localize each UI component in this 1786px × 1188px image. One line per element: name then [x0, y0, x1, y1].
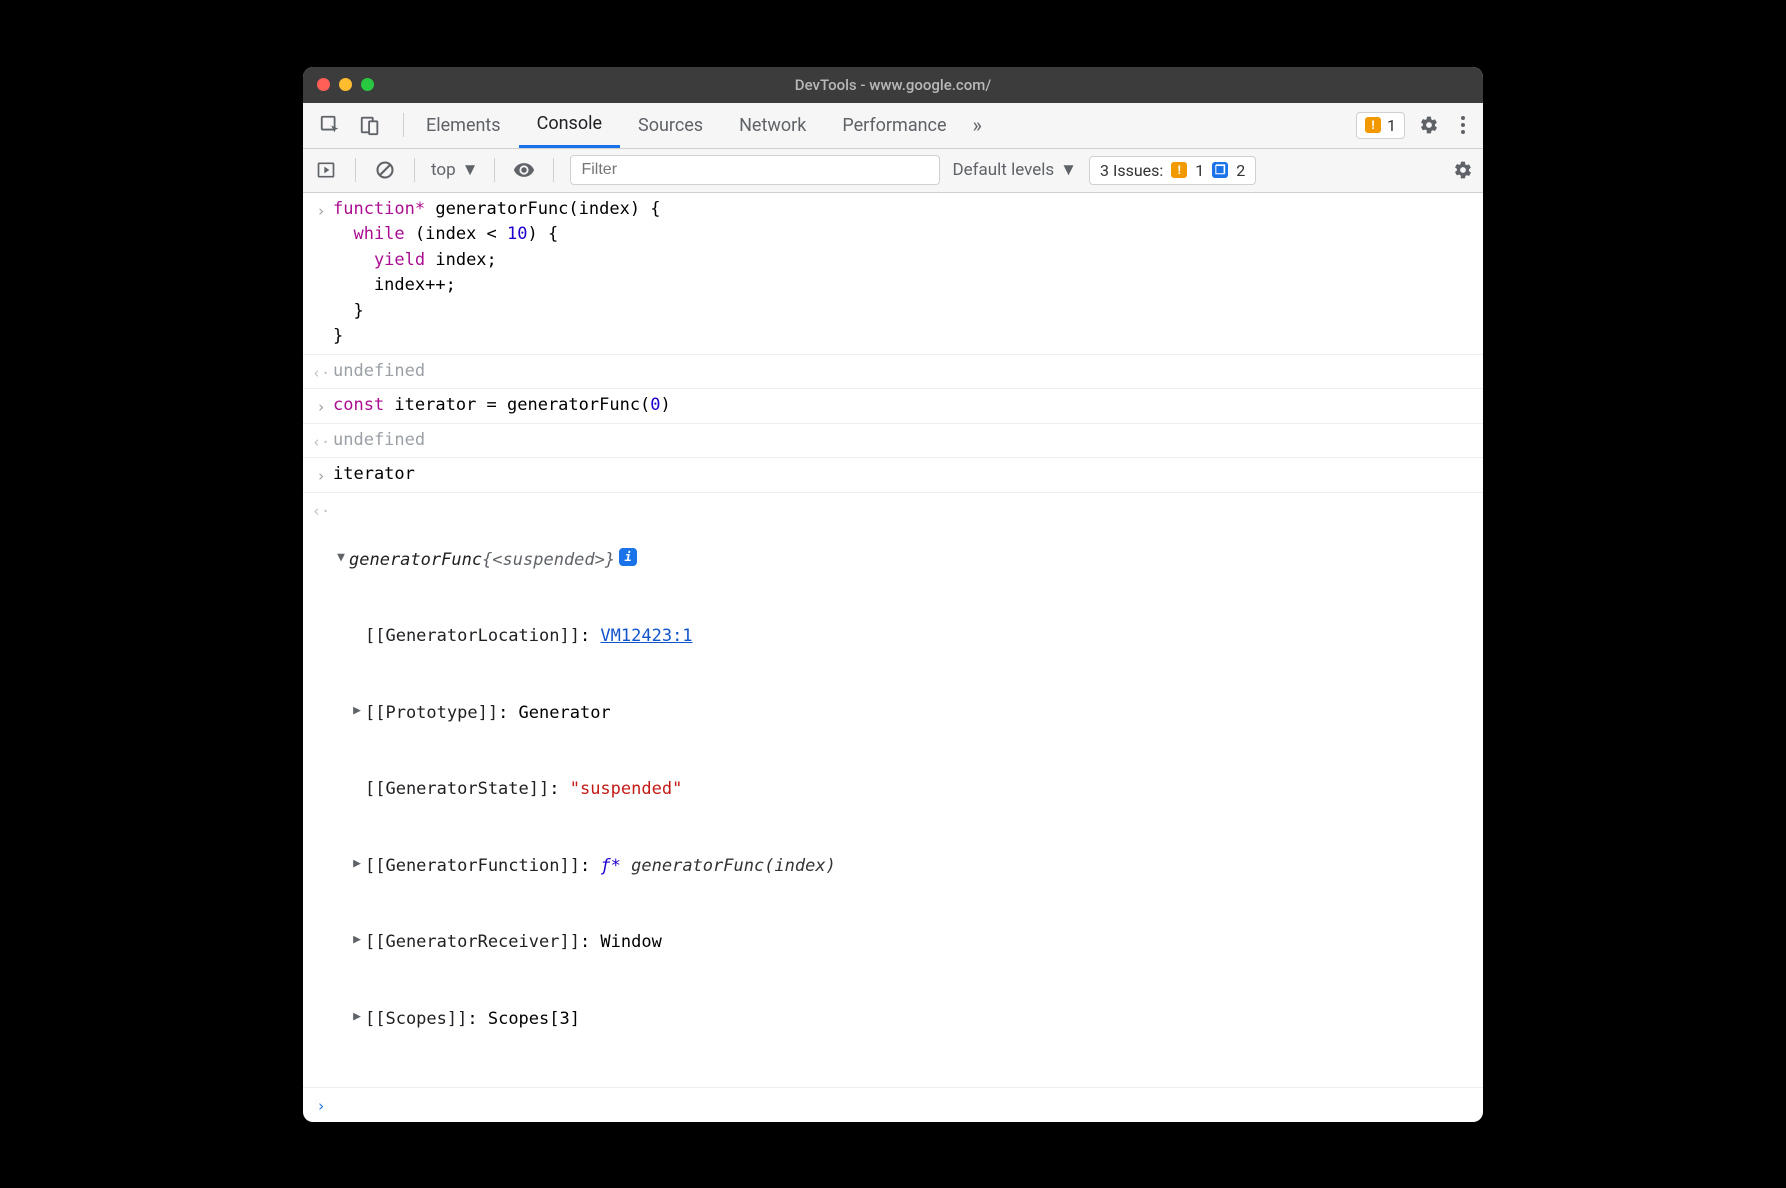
input-chevron-icon: › — [309, 462, 333, 488]
maximize-window-button[interactable] — [361, 78, 374, 91]
log-levels-select[interactable]: Default levels ▼ — [952, 160, 1077, 180]
output-value: undefined — [333, 359, 1475, 385]
separator — [403, 113, 404, 137]
close-window-button[interactable] — [317, 78, 330, 91]
warning-icon: ! — [1365, 117, 1381, 133]
more-tabs-button[interactable]: » — [965, 113, 990, 137]
prompt-chevron-icon: › — [309, 1092, 333, 1118]
levels-label: Default levels — [952, 160, 1054, 180]
object-property[interactable]: [[GeneratorLocation]]: VM12423:1 — [333, 624, 1475, 650]
dropdown-icon: ▼ — [1060, 160, 1077, 180]
console-input-row[interactable]: › const iterator = generatorFunc(0) — [303, 389, 1483, 424]
execution-context-select[interactable]: top ▼ — [431, 160, 478, 180]
separator — [553, 158, 554, 182]
disclosure-triangle-icon[interactable]: ▶ — [349, 854, 365, 874]
object-property[interactable]: [[GeneratorState]]: "suspended" — [333, 777, 1475, 803]
issues-warn-count: 1 — [1195, 161, 1204, 180]
console-settings-icon[interactable] — [1453, 160, 1473, 180]
devtools-window: DevTools - www.google.com/ Elements Cons… — [303, 67, 1483, 1122]
clear-console-icon[interactable] — [372, 157, 398, 183]
object-property[interactable]: ▶[[Scopes]]: Scopes[3] — [333, 1007, 1475, 1033]
console-output-row: ‹· undefined — [303, 424, 1483, 459]
filter-input[interactable] — [570, 155, 940, 185]
input-chevron-icon: › — [309, 393, 333, 419]
warning-icon: ! — [1171, 162, 1187, 178]
prompt-input[interactable] — [333, 1092, 1475, 1118]
info-icon: ❐ — [1212, 162, 1228, 178]
inspect-element-icon[interactable] — [319, 114, 341, 136]
console-prompt-row[interactable]: › — [303, 1087, 1483, 1122]
panel-tabs: Elements Console Sources Network Perform… — [303, 103, 1483, 149]
disclosure-triangle-icon[interactable]: ▶ — [349, 1007, 365, 1027]
separator — [494, 158, 495, 182]
device-toolbar-icon[interactable] — [359, 114, 381, 136]
separator — [355, 158, 356, 182]
tab-network[interactable]: Network — [721, 103, 824, 148]
code-block: function* generatorFunc(index) { while (… — [333, 197, 1475, 350]
disclosure-triangle-icon[interactable]: ▶ — [349, 930, 365, 950]
titlebar: DevTools - www.google.com/ — [303, 67, 1483, 103]
separator — [414, 158, 415, 182]
code-block: iterator — [333, 462, 1475, 488]
issues-label: 3 Issues: — [1100, 161, 1163, 180]
info-badge-icon[interactable]: i — [619, 548, 637, 566]
console-toolbar: top ▼ Default levels ▼ 3 Issues: ! 1 ❐ 2 — [303, 149, 1483, 193]
tab-performance[interactable]: Performance — [824, 103, 964, 148]
output-chevron-icon: ‹· — [309, 428, 333, 454]
object-property[interactable]: ▶[[GeneratorReceiver]]: Window — [333, 930, 1475, 956]
input-chevron-icon: › — [309, 197, 333, 223]
console-output: › function* generatorFunc(index) { while… — [303, 193, 1483, 1122]
disclosure-triangle-open-icon[interactable]: ▼ — [333, 548, 349, 568]
context-label: top — [431, 160, 456, 180]
console-output-row: ‹· undefined — [303, 355, 1483, 390]
more-options-icon[interactable] — [1453, 115, 1473, 135]
tab-elements[interactable]: Elements — [408, 103, 519, 148]
settings-icon[interactable] — [1419, 115, 1439, 135]
console-output-row: ‹· ▼generatorFunc {<suspended>}i [[Gener… — [303, 493, 1483, 1088]
issues-info-count: 2 — [1236, 161, 1245, 180]
source-link[interactable]: VM12423:1 — [600, 624, 692, 650]
console-input-row[interactable]: › function* generatorFunc(index) { while… — [303, 193, 1483, 355]
object-property[interactable]: ▶[[GeneratorFunction]]: ƒ* generatorFunc… — [333, 854, 1475, 880]
minimize-window-button[interactable] — [339, 78, 352, 91]
object-header[interactable]: ▼generatorFunc {<suspended>}i — [333, 548, 1475, 574]
issues-badge[interactable]: ! 1 — [1356, 112, 1405, 139]
code-block: const iterator = generatorFunc(0) — [333, 393, 1475, 419]
output-value: undefined — [333, 428, 1475, 454]
live-expression-icon[interactable] — [511, 157, 537, 183]
issues-summary[interactable]: 3 Issues: ! 1 ❐ 2 — [1089, 156, 1256, 185]
tab-console[interactable]: Console — [519, 103, 620, 148]
output-chevron-icon: ‹· — [309, 359, 333, 385]
window-title: DevTools - www.google.com/ — [315, 76, 1471, 94]
toggle-sidebar-icon[interactable] — [313, 157, 339, 183]
dropdown-icon: ▼ — [462, 160, 479, 180]
object-tree: ▼generatorFunc {<suspended>}i [[Generato… — [333, 497, 1475, 1084]
disclosure-triangle-icon[interactable]: ▶ — [349, 701, 365, 721]
output-chevron-icon: ‹· — [309, 497, 333, 523]
object-property[interactable]: ▶[[Prototype]]: Generator — [333, 701, 1475, 727]
tab-sources[interactable]: Sources — [620, 103, 721, 148]
issues-badge-count: 1 — [1387, 116, 1396, 135]
traffic-lights — [317, 78, 374, 91]
console-input-row[interactable]: › iterator — [303, 458, 1483, 493]
